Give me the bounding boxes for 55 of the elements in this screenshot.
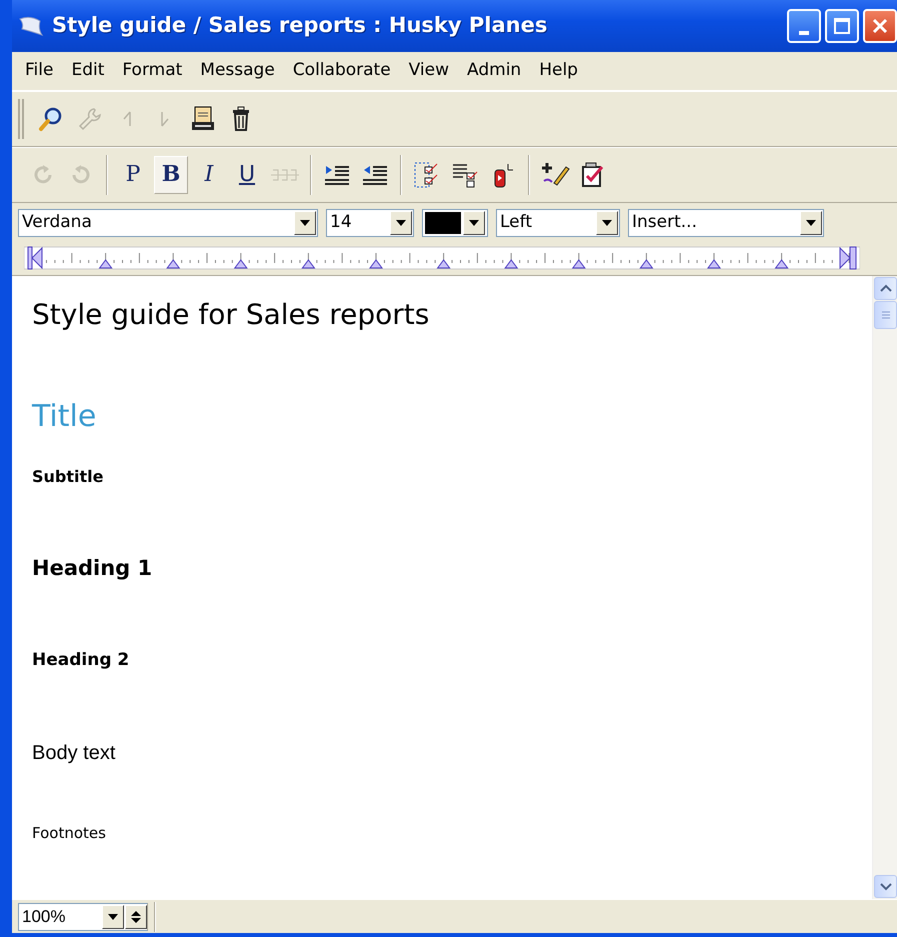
- title-text: Title: [32, 398, 96, 436]
- menu-item[interactable]: File: [16, 56, 62, 86]
- scroll-down-button[interactable]: [874, 875, 897, 898]
- search-icon: [38, 106, 64, 132]
- printer-icon: [190, 104, 216, 132]
- maximize-icon: [833, 17, 851, 35]
- trash-icon: [230, 106, 252, 132]
- caret-icon: [469, 220, 479, 226]
- format-button[interactable]: P: [116, 156, 150, 194]
- spin-arrows-icon: [131, 910, 141, 924]
- menu-item[interactable]: Help: [530, 56, 587, 86]
- chevron-down-icon: [880, 882, 892, 890]
- zoom-dropdown[interactable]: 100%: [18, 902, 148, 930]
- font-dropdown[interactable]: Verdana: [18, 208, 318, 236]
- menu-item[interactable]: Message: [191, 56, 284, 86]
- strikethrough-icon: [270, 168, 300, 182]
- chevron-up-icon: [880, 284, 892, 292]
- body-text: Body text: [32, 740, 116, 766]
- menu-item[interactable]: Collaborate: [284, 56, 400, 86]
- menu-item[interactable]: Format: [113, 56, 192, 86]
- scroll-up-button[interactable]: [874, 276, 897, 300]
- footnote-text: Footnotes: [32, 822, 106, 844]
- minimize-icon: [799, 31, 809, 35]
- insert-dropdown[interactable]: Insert...: [628, 208, 824, 236]
- document-title: Style guide for Sales reports: [32, 296, 430, 332]
- subtitle-text: Subtitle: [32, 466, 104, 488]
- align-dropdown[interactable]: Left: [496, 208, 620, 236]
- format-button[interactable]: B: [154, 156, 188, 194]
- color-dropdown[interactable]: [422, 208, 488, 236]
- wrench-icon: [76, 106, 102, 132]
- menu-item[interactable]: Admin: [458, 56, 530, 86]
- caret-icon: [300, 220, 310, 226]
- format-button[interactable]: U: [230, 156, 264, 194]
- caret-icon: [806, 220, 816, 226]
- checkbox-doc-icon: [580, 160, 606, 188]
- caret-icon: [602, 220, 612, 226]
- close-button[interactable]: [863, 9, 897, 43]
- caret-icon: [108, 914, 118, 920]
- heading-text: Heading 1: [32, 554, 152, 582]
- size-dropdown[interactable]: 14: [326, 208, 414, 236]
- ruler[interactable]: [24, 244, 860, 270]
- grip-icon: [880, 310, 890, 320]
- menu-item[interactable]: Edit: [62, 56, 114, 86]
- minimize-button[interactable]: [787, 9, 821, 43]
- heading-text: Heading 2: [32, 649, 130, 672]
- maximize-button[interactable]: [825, 9, 859, 43]
- leaf-icon: [18, 15, 44, 37]
- close-icon: [871, 17, 889, 35]
- menu-item[interactable]: View: [400, 56, 458, 86]
- color-swatch: [425, 212, 461, 234]
- format-button[interactable]: I: [192, 156, 226, 194]
- caret-icon: [396, 220, 406, 226]
- pen-plus-icon: [540, 160, 570, 188]
- scrollbar-thumb[interactable]: [874, 300, 897, 328]
- window-title: Style guide / Sales reports : Husky Planes: [52, 12, 548, 40]
